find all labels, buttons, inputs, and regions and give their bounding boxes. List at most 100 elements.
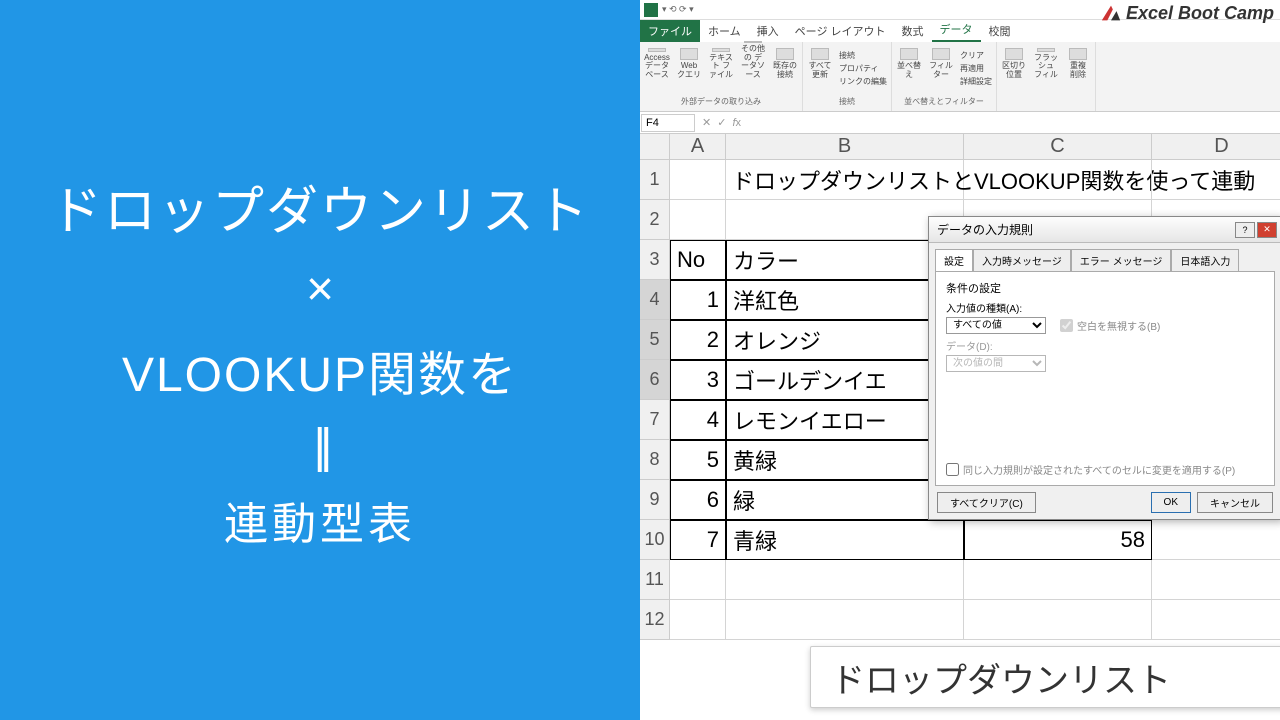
tab-home[interactable]: ホーム	[700, 20, 749, 42]
cell[interactable]	[670, 200, 726, 240]
btn-other-src[interactable]: その他の データソース	[740, 48, 766, 80]
help-icon[interactable]: ?	[1235, 222, 1255, 238]
group-label-conn: 接続	[839, 96, 855, 109]
btn-refresh-all[interactable]: すべて 更新	[807, 48, 833, 80]
ribbon-group-connections: すべて 更新 接続 プロパティ リンクの編集 接続	[803, 42, 892, 111]
col-header[interactable]: B	[726, 134, 964, 160]
select-allow[interactable]: すべての値	[946, 317, 1046, 334]
cancel-icon[interactable]: ✕	[702, 116, 711, 129]
row-header[interactable]: 6	[640, 360, 670, 400]
row-header[interactable]: 9	[640, 480, 670, 520]
row-header[interactable]: 5	[640, 320, 670, 360]
btn-filter[interactable]: フィルター	[928, 48, 954, 80]
btn-clear-all[interactable]: すべてクリア(C)	[937, 492, 1036, 513]
btn-clear[interactable]: クリア	[960, 50, 992, 61]
tab-file[interactable]: ファイル	[640, 20, 700, 42]
chk-apply-all[interactable]	[946, 463, 959, 476]
cell[interactable]	[726, 560, 964, 600]
dlg-tab-error-msg[interactable]: エラー メッセージ	[1071, 249, 1172, 271]
enter-icon[interactable]: ✓	[717, 116, 726, 129]
btn-flash-fill[interactable]: フラッシュ フィル	[1033, 48, 1059, 80]
dlg-tab-settings[interactable]: 設定	[935, 249, 973, 271]
cell[interactable]: 7	[670, 520, 726, 560]
dialog-title: データの入力規則	[937, 221, 1033, 238]
dialog-titlebar[interactable]: データの入力規則 ? ✕	[929, 217, 1280, 243]
tab-formula[interactable]: 数式	[894, 20, 932, 42]
tab-data[interactable]: データ	[932, 18, 981, 42]
ribbon-group-tools: 区切り位置 フラッシュ フィル 重複 削除	[997, 42, 1096, 111]
btn-cancel[interactable]: キャンセル	[1197, 492, 1273, 513]
cell[interactable]: 1	[670, 280, 726, 320]
cell[interactable]: 3	[670, 360, 726, 400]
close-icon[interactable]: ✕	[1257, 222, 1277, 238]
btn-connections[interactable]: 接続	[839, 50, 887, 61]
cell[interactable]	[964, 160, 1152, 200]
cell[interactable]	[1152, 600, 1280, 640]
conn-list: 接続 プロパティ リンクの編集	[839, 48, 887, 89]
group-label-sort: 並べ替えとフィルター	[904, 96, 984, 109]
btn-properties[interactable]: プロパティ	[839, 63, 887, 74]
row-header[interactable]: 2	[640, 200, 670, 240]
row-header[interactable]: 12	[640, 600, 670, 640]
data-validation-dialog: データの入力規則 ? ✕ 設定 入力時メッセージ エラー メッセージ 日本語入力…	[928, 216, 1280, 520]
select-all-corner[interactable]	[640, 134, 670, 160]
group-label-external: 外部データの取り込み	[681, 96, 761, 109]
cell[interactable]	[726, 600, 964, 640]
row-header[interactable]: 11	[640, 560, 670, 600]
title-slide: ドロップダウンリスト × VLOOKUP関数を || 連動型表	[0, 0, 640, 720]
slide-line1: ドロップダウンリスト	[50, 169, 590, 244]
excel-icon	[644, 3, 658, 17]
btn-advanced[interactable]: 詳細設定	[960, 76, 992, 87]
caption-balloon: ドロップダウンリスト	[810, 646, 1280, 708]
cell[interactable]: 4	[670, 400, 726, 440]
cell[interactable]	[1152, 560, 1280, 600]
cell[interactable]: 6	[670, 480, 726, 520]
lbl-data: データ(D):	[946, 338, 1264, 353]
btn-edit-links[interactable]: リンクの編集	[839, 76, 887, 87]
cell[interactable]: 2	[670, 320, 726, 360]
cell[interactable]	[670, 160, 726, 200]
cell[interactable]	[1152, 160, 1280, 200]
btn-access[interactable]: Access データベース	[644, 48, 670, 80]
btn-web[interactable]: Web クエリ	[676, 48, 702, 80]
tab-insert[interactable]: 挿入	[749, 20, 787, 42]
dlg-tab-ime[interactable]: 日本語入力	[1171, 249, 1239, 271]
cell[interactable]: ドロップダウンリストとVLOOKUP関数を使って連動	[726, 160, 964, 200]
name-box[interactable]: F4	[641, 114, 695, 132]
btn-sort[interactable]: 並べ替え	[896, 48, 922, 80]
brand-logo: Excel Boot Camp	[1100, 2, 1274, 24]
cell[interactable]: 5	[670, 440, 726, 480]
row-header[interactable]: 10	[640, 520, 670, 560]
btn-reapply[interactable]: 再適用	[960, 63, 992, 74]
btn-remove-dup[interactable]: 重複 削除	[1065, 48, 1091, 80]
row-header[interactable]: 1	[640, 160, 670, 200]
lbl-allow: 入力値の種類(A):	[946, 300, 1264, 315]
cell[interactable]	[670, 600, 726, 640]
col-header[interactable]: C	[964, 134, 1152, 160]
dlg-tab-input-msg[interactable]: 入力時メッセージ	[973, 249, 1071, 271]
chk-ignore-blank[interactable]	[1060, 319, 1073, 332]
row-header[interactable]: 3	[640, 240, 670, 280]
cell[interactable]: No	[670, 240, 726, 280]
btn-text-to-cols[interactable]: 区切り位置	[1001, 48, 1027, 80]
row-header[interactable]: 4	[640, 280, 670, 320]
cell[interactable]	[964, 560, 1152, 600]
cell[interactable]	[670, 560, 726, 600]
row-header[interactable]: 7	[640, 400, 670, 440]
btn-ok[interactable]: OK	[1151, 492, 1191, 513]
col-header[interactable]: A	[670, 134, 726, 160]
col-header[interactable]: D	[1152, 134, 1280, 160]
cell[interactable]: 58	[964, 520, 1152, 560]
tab-review[interactable]: 校閲	[981, 20, 1019, 42]
slide-line3: 連動型表	[224, 488, 416, 552]
ribbon-group-external: Access データベース Web クエリ テキスト ファイル その他の データ…	[640, 42, 803, 111]
row-header[interactable]: 8	[640, 440, 670, 480]
cell[interactable]	[1152, 520, 1280, 560]
tab-layout[interactable]: ページ レイアウト	[787, 20, 894, 42]
fx-icon[interactable]: fx	[732, 117, 741, 129]
btn-text[interactable]: テキスト ファイル	[708, 48, 734, 80]
cell[interactable]: 青緑	[726, 520, 964, 560]
cell[interactable]	[964, 600, 1152, 640]
btn-existing[interactable]: 既存の 接続	[772, 48, 798, 80]
formula-bar: F4 ✕ ✓ fx	[640, 112, 1280, 134]
